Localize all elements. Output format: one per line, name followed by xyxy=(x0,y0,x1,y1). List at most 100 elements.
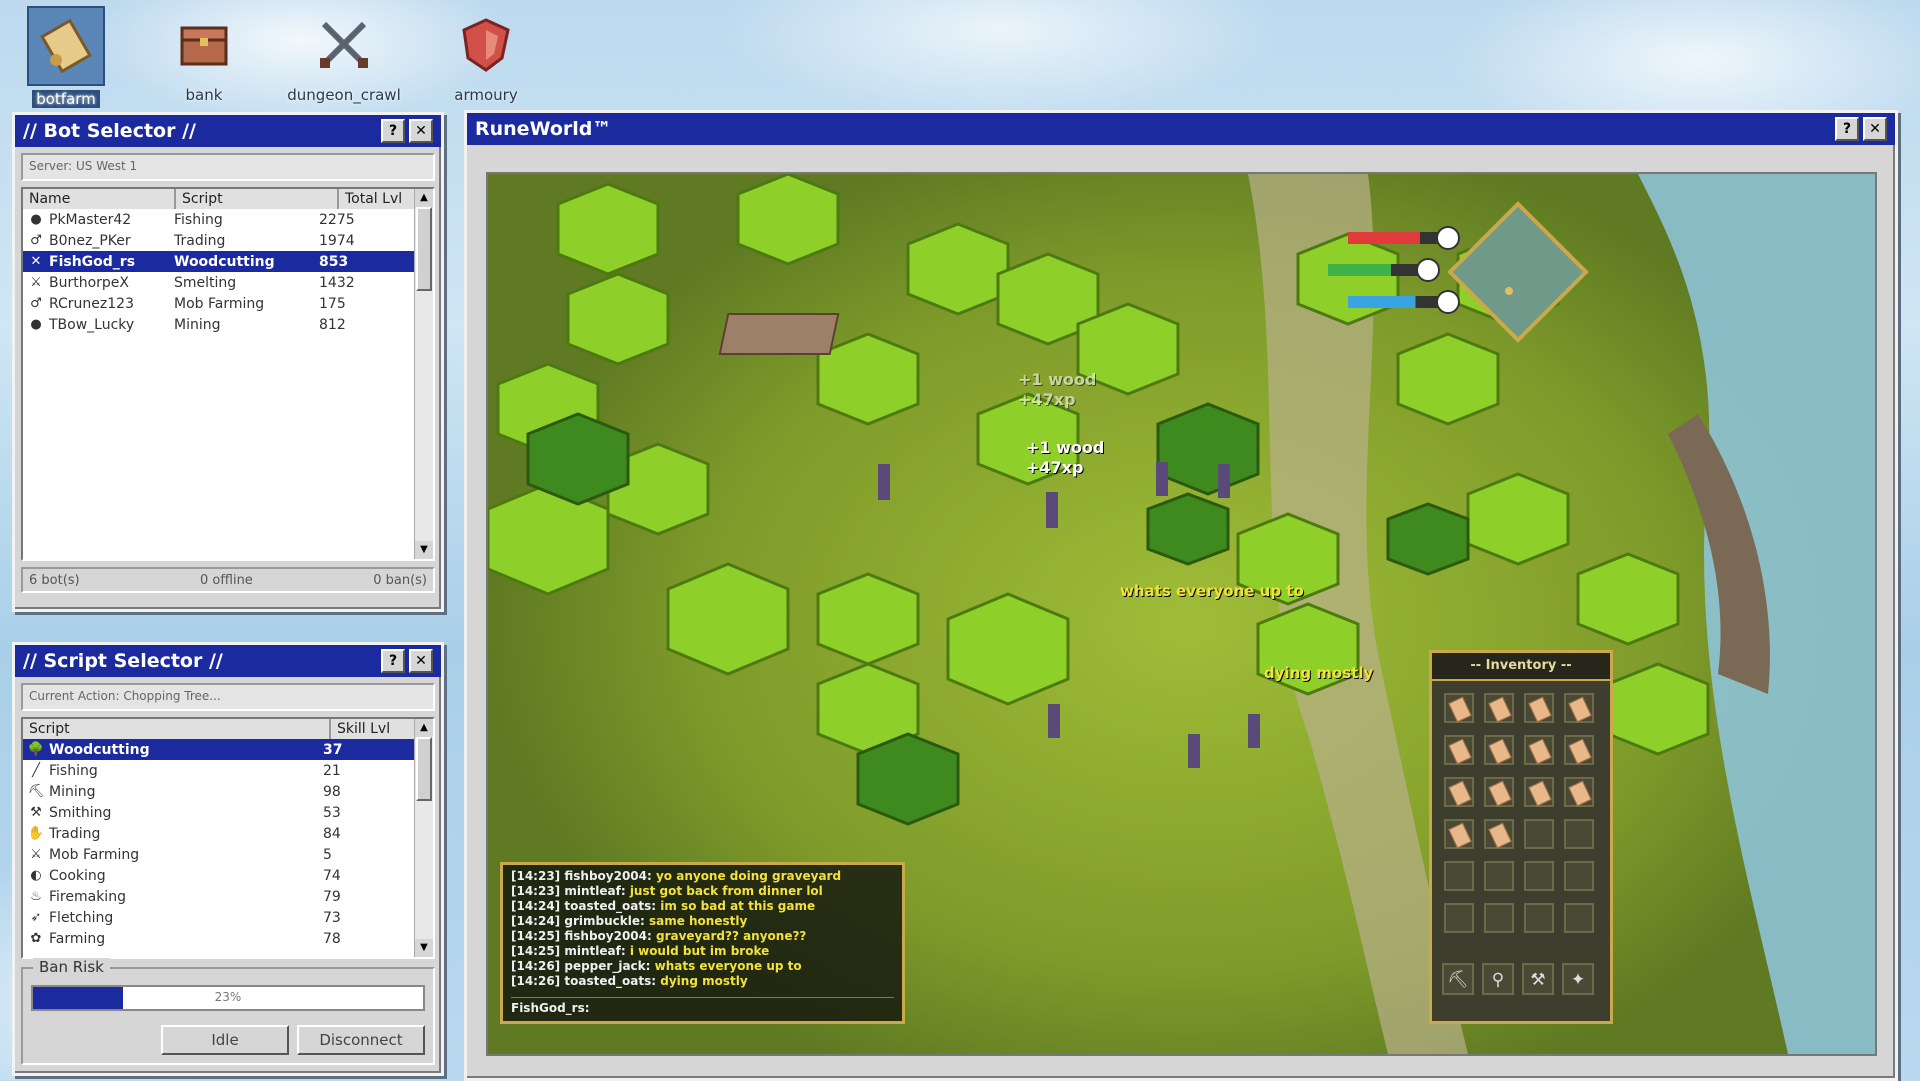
script-row-selected[interactable]: 🌳 Woodcutting 37 xyxy=(23,739,433,760)
desktop-icon-botfarm[interactable]: botfarm xyxy=(6,6,126,108)
inventory-slot-empty[interactable] xyxy=(1444,861,1474,891)
script-lvl: 84 xyxy=(323,825,341,842)
inventory-slot-wood[interactable] xyxy=(1564,693,1594,723)
script-row[interactable]: ⚒ Smithing 53 xyxy=(23,802,433,823)
chat-line: [14:25] fishboy2004: graveyard?? anyone?… xyxy=(511,929,807,943)
speech-bubble: dying mostly xyxy=(1264,664,1374,682)
inventory-slot-empty[interactable] xyxy=(1444,903,1474,933)
column-header-script[interactable]: Script xyxy=(176,189,339,209)
chat-line: [14:26] toasted_oats: dying mostly xyxy=(511,974,748,988)
script-lvl: 74 xyxy=(323,867,341,884)
desktop-icon-label: dungeon_crawl xyxy=(287,86,401,104)
scroll-thumb[interactable] xyxy=(416,207,432,291)
help-button[interactable]: ? xyxy=(381,649,405,673)
inventory-slot-wood[interactable] xyxy=(1524,777,1554,807)
help-button[interactable]: ? xyxy=(1835,117,1859,141)
column-header-name[interactable]: Name xyxy=(23,189,176,209)
scroll-down-arrow-icon[interactable]: ▼ xyxy=(415,541,433,559)
offline-count: 0 offline xyxy=(200,572,253,588)
bot-script: Mining xyxy=(174,316,221,333)
bomb-icon: ● xyxy=(30,212,42,227)
bot-row[interactable]: ● TBow_Lucky Mining 812 xyxy=(23,314,433,335)
script-name: Firemaking xyxy=(49,888,126,905)
disconnect-button[interactable]: Disconnect xyxy=(297,1025,425,1055)
script-lvl: 53 xyxy=(323,804,341,821)
inventory-slot-wood[interactable] xyxy=(1484,693,1514,723)
inventory-slot-wood[interactable] xyxy=(1564,735,1594,765)
inventory-slot-wood[interactable] xyxy=(1564,777,1594,807)
chat-input[interactable]: FishGod_rs: xyxy=(511,997,894,1015)
scroll-up-arrow-icon[interactable]: ▲ xyxy=(415,719,433,737)
scroll-down-arrow-icon[interactable]: ▼ xyxy=(415,939,433,957)
bot-row[interactable]: ● PkMaster42 Fishing 2275 xyxy=(23,209,433,230)
help-button[interactable]: ? xyxy=(381,119,405,143)
inventory-slot-wood[interactable] xyxy=(1484,735,1514,765)
game-viewport[interactable]: +1 wood +47xp +1 wood +47xp whats everyo… xyxy=(486,172,1877,1056)
bot-row[interactable]: ♂ RCrunez123 Mob Farming 175 xyxy=(23,293,433,314)
script-row[interactable]: ⚔ Mob Farming 5 xyxy=(23,844,433,865)
inventory-slot-empty[interactable] xyxy=(1564,861,1594,891)
window-title: RuneWorld™ xyxy=(475,118,612,140)
heart-icon xyxy=(1436,226,1460,250)
bot-row[interactable]: ♂ B0nez_PKer Trading 1974 xyxy=(23,230,433,251)
desktop-icon-dungeon-crawl[interactable]: dungeon_crawl xyxy=(284,6,404,104)
runeworld-titlebar[interactable]: RuneWorld™ ? ✕ xyxy=(467,113,1895,145)
desktop-icon-bank[interactable]: bank xyxy=(144,6,264,104)
script-list-scrollbar[interactable]: ▲ ▼ xyxy=(414,719,433,957)
inventory-slot-wood[interactable] xyxy=(1444,735,1474,765)
script-name: Mob Farming xyxy=(49,846,140,863)
inventory-slot-wood[interactable] xyxy=(1444,777,1474,807)
inventory-slot-wood[interactable] xyxy=(1524,693,1554,723)
script-row[interactable]: ⛏ Mining 98 xyxy=(23,781,433,802)
close-button[interactable]: ✕ xyxy=(1863,117,1887,141)
inventory-slot-empty[interactable] xyxy=(1564,819,1594,849)
inventory-slot-wood[interactable] xyxy=(1444,819,1474,849)
script-selector-titlebar[interactable]: // Script Selector // ? ✕ xyxy=(15,645,441,677)
idle-button[interactable]: Idle xyxy=(161,1025,289,1055)
inventory-slot-empty[interactable] xyxy=(1564,903,1594,933)
script-name: Fishing xyxy=(49,762,98,779)
inventory-slot-wood[interactable] xyxy=(1524,735,1554,765)
close-button[interactable]: ✕ xyxy=(409,649,433,673)
column-header-skill-lvl[interactable]: Skill Lvl xyxy=(331,719,419,739)
scroll-up-arrow-icon[interactable]: ▲ xyxy=(415,189,433,207)
script-row[interactable]: ✿ Farming 78 xyxy=(23,928,433,949)
desktop-icon-label: botfarm xyxy=(32,90,100,108)
script-row[interactable]: ╱ Fishing 21 xyxy=(23,760,433,781)
script-lvl: 79 xyxy=(323,888,341,905)
inventory-slot-wood[interactable] xyxy=(1484,819,1514,849)
desktop-icon-armoury[interactable]: armoury xyxy=(426,6,546,104)
inventory-slot-wood[interactable] xyxy=(1444,693,1474,723)
pickaxe-icon[interactable]: ⛏ xyxy=(1442,963,1474,995)
bot-row[interactable]: ⚔ BurthorpeX Smelting 1432 xyxy=(23,272,433,293)
inventory-slot-empty[interactable] xyxy=(1524,903,1554,933)
script-row[interactable]: ✋ Trading 84 xyxy=(23,823,433,844)
bot-lvl: 1974 xyxy=(319,232,355,249)
window-title: // Script Selector // xyxy=(23,650,223,672)
script-name: Mining xyxy=(49,783,96,800)
bot-selector-titlebar[interactable]: // Bot Selector // ? ✕ xyxy=(15,115,441,147)
ban-risk-label: Ban Risk xyxy=(33,958,110,976)
inventory-slot-empty[interactable] xyxy=(1484,903,1514,933)
bot-list-scrollbar[interactable]: ▲ ▼ xyxy=(414,189,433,559)
hammer-icon[interactable]: ⚒ xyxy=(1522,963,1554,995)
chat-line: [14:25] mintleaf: i would but im broke xyxy=(511,944,770,958)
bot-row-selected[interactable]: ✕ FishGod_rs Woodcutting 853 xyxy=(23,251,433,272)
script-row[interactable]: ◐ Cooking 74 xyxy=(23,865,433,886)
chat-box[interactable]: [14:23] fishboy2004: yo anyone doing gra… xyxy=(500,862,905,1024)
compass-icon[interactable]: ✦ xyxy=(1562,963,1594,995)
scroll-thumb[interactable] xyxy=(416,737,432,801)
script-row[interactable]: ➶ Fletching 73 xyxy=(23,907,433,928)
ban-risk-percent: 23% xyxy=(214,990,242,1004)
script-row[interactable]: ♨ Firemaking 79 xyxy=(23,886,433,907)
close-button[interactable]: ✕ xyxy=(409,119,433,143)
shovel-icon[interactable]: ⚲ xyxy=(1482,963,1514,995)
inventory-slot-empty[interactable] xyxy=(1484,861,1514,891)
minimap[interactable] xyxy=(1447,201,1589,343)
column-header-script[interactable]: Script xyxy=(23,719,331,739)
bot-script: Woodcutting xyxy=(174,253,275,270)
inventory-slot-empty[interactable] xyxy=(1524,819,1554,849)
inventory-slot-wood[interactable] xyxy=(1484,777,1514,807)
xp-drop-line: +47xp xyxy=(1018,390,1076,409)
inventory-slot-empty[interactable] xyxy=(1524,861,1554,891)
